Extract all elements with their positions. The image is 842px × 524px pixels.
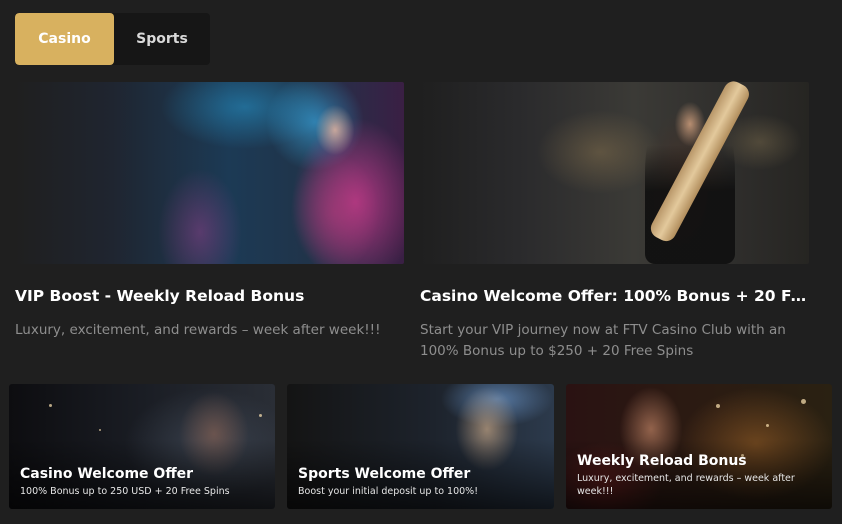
small-card-weekly-reload[interactable]: Weekly Reload Bonus Luxury, excitement, … (566, 384, 832, 509)
small-card-subtitle: Luxury, excitement, and rewards – week a… (577, 473, 795, 497)
small-card-casino-welcome[interactable]: Casino Welcome Offer 100% Bonus up to 25… (9, 384, 275, 509)
small-card-subtitle: Boost your initial deposit up to 100%! (298, 486, 479, 497)
category-tabs: Casino Sports (15, 13, 210, 65)
small-card-title: Weekly Reload Bonus (577, 453, 747, 469)
small-card-title: Sports Welcome Offer (298, 466, 471, 482)
promo-description: Luxury, excitement, and rewards – week a… (15, 322, 381, 338)
sparkle-decoration (49, 404, 52, 407)
tab-sports[interactable]: Sports (114, 13, 210, 65)
tab-casino[interactable]: Casino (15, 13, 114, 65)
small-card-sports-welcome[interactable]: Sports Welcome Offer Boost your initial … (287, 384, 554, 509)
promo-image-casino-welcome[interactable] (420, 82, 809, 264)
small-card-title: Casino Welcome Offer (20, 466, 194, 482)
promo-description: Start your VIP journey now at FTV Casino… (420, 322, 786, 359)
sparkle-decoration (766, 424, 769, 427)
promo-image-vip-boost[interactable] (15, 82, 404, 264)
promo-woman-figure (275, 82, 395, 264)
sparkle-decoration (99, 429, 101, 431)
promo-title[interactable]: VIP Boost - Weekly Reload Bonus (15, 287, 405, 305)
sparkle-decoration (716, 404, 720, 408)
sparkle-decoration (259, 414, 262, 417)
sparkle-decoration (801, 399, 806, 404)
small-card-subtitle: 100% Bonus up to 250 USD + 20 Free Spins (20, 486, 230, 497)
promo-title[interactable]: Casino Welcome Offer: 100% Bonus + 20 Fr… (420, 287, 810, 305)
